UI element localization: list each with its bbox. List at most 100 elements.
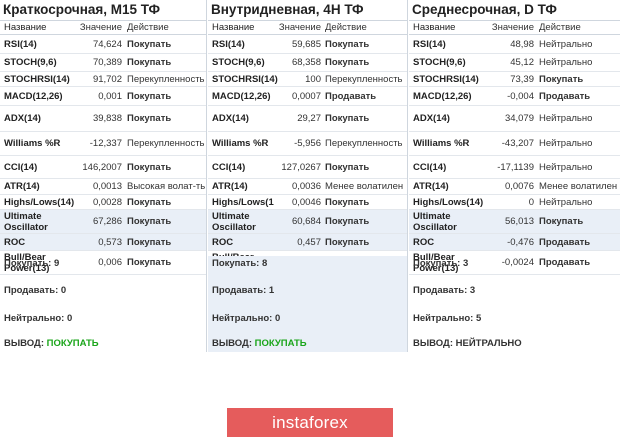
table-row: Highs/Lows(14) 0 Нейтрально — [409, 195, 620, 210]
indicator-action: Покупать — [127, 38, 172, 50]
column-header-value: Значение — [491, 22, 534, 33]
indicator-action: Нейтрально — [539, 161, 593, 173]
indicator-value: 0,0028 — [92, 196, 122, 208]
indicator-action: Покупать — [127, 216, 172, 227]
table-row: ROC 0,573 Покупать — [0, 234, 206, 251]
summary-verdict: ВЫВОД: НЕЙТРАЛЬНО — [413, 338, 522, 349]
column-header-action: Действие — [127, 22, 169, 33]
table-row: ATR(14) 0,0076 Менее волатилен — [409, 179, 620, 195]
table-header: Название Значение Действие — [409, 21, 620, 35]
table-row: Williams %R -5,956 Перекупленность — [208, 132, 407, 156]
column-header-action: Действие — [539, 22, 581, 33]
table-row: Ultimate Oscillator 67,286 Покупать — [0, 210, 206, 234]
summary-sell-count: Продавать: 3 — [413, 285, 476, 296]
indicator-value: 0 — [528, 196, 534, 208]
indicator-action: Покупать — [325, 161, 370, 173]
indicator-value: 0,0013 — [92, 181, 122, 192]
summary-buy-count: Покупать: 8 — [212, 258, 268, 269]
indicator-value: 0,0076 — [504, 181, 534, 192]
table-row: STOCH(9,6) 70,389 Покупать — [0, 54, 206, 72]
summary-neutral-count: Нейтрально: 5 — [413, 313, 482, 324]
indicator-value: -0,476 — [507, 236, 534, 248]
indicator-value: 0,001 — [98, 90, 122, 102]
verdict-label: ВЫВОД: — [212, 338, 252, 349]
indicator-value: 67,286 — [92, 216, 122, 227]
verdict-value: ПОКУПАТЬ — [254, 338, 307, 349]
table-row: RSI(14) 59,685 Покупать — [208, 35, 407, 54]
indicator-action: Покупать — [127, 57, 172, 68]
indicator-value: 127,0267 — [281, 161, 321, 173]
summary-verdict: ВЫВОД: ПОКУПАТЬ — [4, 338, 99, 349]
table-row: STOCH(9,6) 68,358 Покупать — [208, 54, 407, 72]
table-row: ADX(14) 39,838 Покупать — [0, 106, 206, 132]
indicator-value: 68,358 — [291, 57, 321, 68]
column-header-value: Значение — [278, 22, 321, 33]
table-row: CCI(14) 127,0267 Покупать — [208, 156, 407, 179]
column-header-action: Действие — [325, 22, 367, 33]
panel-title: Внутридневная, 4H ТФ — [208, 0, 407, 21]
table-row: ROC 0,457 Покупать — [208, 234, 407, 251]
indicator-action: Покупать — [127, 90, 172, 102]
instaforex-logo[interactable]: instaforex — [227, 408, 393, 437]
indicator-action: Покупать — [539, 216, 584, 227]
table-row: STOCHRSI(14) 91,702 Перекупленность — [0, 72, 206, 87]
indicator-value: 48,98 — [510, 38, 534, 50]
table-row: Williams %R -43,207 Нейтрально — [409, 132, 620, 156]
indicator-action: Покупать — [325, 216, 370, 227]
table-row: Ultimate Oscillator 56,013 Покупать — [409, 210, 620, 234]
indicator-action: Покупать — [325, 38, 370, 50]
table-row: ADX(14) 34,079 Нейтрально — [409, 106, 620, 132]
indicator-value: 0,457 — [297, 236, 321, 248]
indicator-action: Покупать — [325, 57, 370, 68]
table-row: MACD(12,26) 0,0007 Продавать — [208, 87, 407, 106]
indicator-value: -0,004 — [507, 90, 534, 102]
indicator-action: Перекупленность — [127, 138, 205, 149]
table-row: Highs/Lows(14) 0,0028 Покупать — [0, 195, 206, 210]
panel-m15: Краткосрочная, M15 ТФ Название Значение Дей… — [0, 0, 207, 352]
indicator-value: 56,013 — [504, 216, 534, 227]
indicator-action: Высокая волат-ть — [127, 181, 206, 192]
panel-title: Среднесрочная, D ТФ — [409, 0, 620, 21]
table-row: RSI(14) 74,624 Покупать — [0, 35, 206, 54]
table-row: STOCH(9,6) 45,12 Нейтрально — [409, 54, 620, 72]
summary-section: Покупать: 9 Продавать: 0 Нейтрально: 0 ВЫВО… — [0, 256, 206, 352]
summary-neutral-count: Нейтрально: 0 — [212, 313, 281, 324]
indicator-action: Покупать — [539, 73, 584, 85]
table-row: ROC -0,476 Продавать — [409, 234, 620, 251]
indicator-action: Покупать — [127, 236, 172, 248]
summary-verdict: ВЫВОД: ПОКУПАТЬ — [212, 338, 307, 349]
indicator-value: 39,838 — [92, 113, 122, 124]
indicator-action: Нейтрально — [539, 138, 593, 149]
indicator-action: Продавать — [539, 236, 591, 248]
verdict-value: ПОКУПАТЬ — [46, 338, 99, 349]
table-row: Williams %R -12,337 Перекупленность — [0, 132, 206, 156]
summary-section: Покупать: 8 Продавать: 1 Нейтрально: 0 ВЫВО… — [208, 256, 407, 352]
summary-buy-count: Покупать: 3 — [413, 258, 469, 269]
indicator-action: Продавать — [539, 90, 591, 102]
table-row: STOCHRSI(14) 100 Перекупленность — [208, 72, 407, 87]
indicator-value: -5,956 — [294, 138, 321, 149]
table-row: CCI(14) -17,1139 Нейтрально — [409, 156, 620, 179]
table-row: MACD(12,26) 0,001 Покупать — [0, 87, 206, 106]
indicator-value: 74,624 — [92, 38, 122, 50]
indicator-value: 34,079 — [504, 113, 534, 124]
indicator-value: 100 — [305, 73, 321, 85]
summary-section: Покупать: 3 Продавать: 3 Нейтрально: 5 ВЫВО… — [409, 256, 620, 352]
verdict-value: НЕЙТРАЛЬНО — [455, 338, 522, 349]
indicator-action: Покупать — [127, 161, 172, 173]
table-row: RSI(14) 48,98 Нейтрально — [409, 35, 620, 54]
indicator-value: 0,0046 — [291, 196, 321, 208]
indicator-value: 91,702 — [92, 73, 122, 85]
indicator-action: Покупать — [127, 113, 172, 124]
indicator-value: 45,12 — [510, 57, 534, 68]
indicator-value: -17,1139 — [497, 161, 534, 173]
indicator-action: Перекупленность — [127, 73, 205, 85]
indicator-action: Покупать — [325, 236, 370, 248]
panel-daily: Среднесрочная, D ТФ Название Значение Дейст… — [409, 0, 620, 352]
table-header: Название Значение Действие — [208, 21, 407, 35]
table-row: Ultimate Oscillator 60,684 Покупать — [208, 210, 407, 234]
indicator-action: Продавать — [325, 90, 377, 102]
table-row: ATR(14) 0,0036 Менее волатилен — [208, 179, 407, 195]
indicator-action: Менее волатилен — [325, 181, 404, 192]
table-header: Название Значение Действие — [0, 21, 206, 35]
